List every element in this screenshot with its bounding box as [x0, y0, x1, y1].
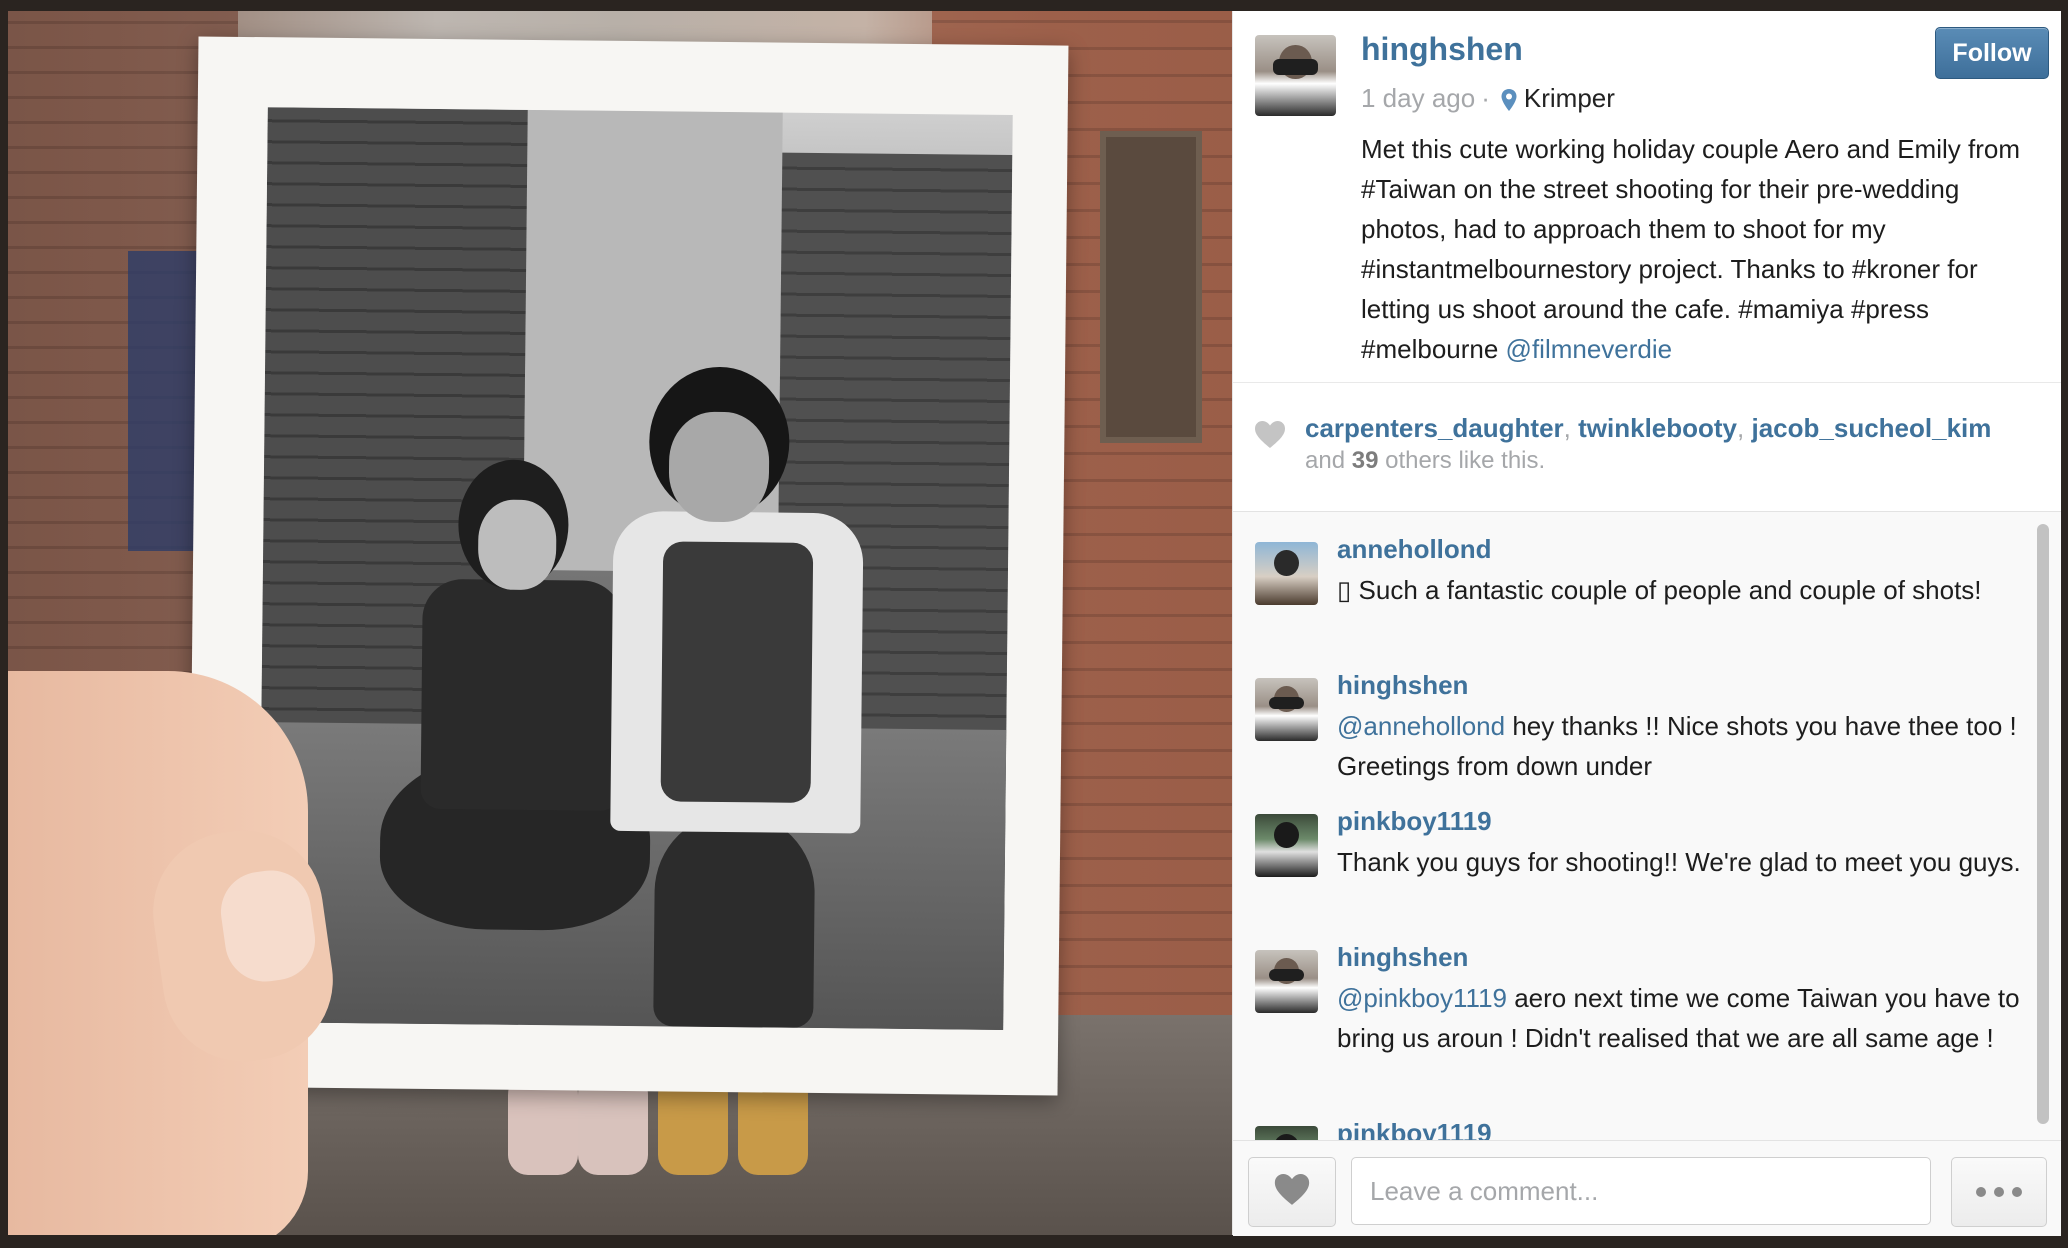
more-options-button[interactable]	[1951, 1157, 2047, 1227]
comment-username[interactable]: pinkboy1119	[1337, 1118, 1492, 1140]
comment-mention[interactable]: @pinkboy1119	[1337, 983, 1507, 1013]
comment-text: @annehollond hey thanks !! Nice shots yo…	[1337, 706, 2027, 786]
likes-suffix: others like this.	[1385, 447, 1546, 474]
timestamp[interactable]: 1 day ago	[1361, 83, 1475, 114]
comment-mention[interactable]: @annehollond	[1337, 711, 1505, 741]
post-photo[interactable]	[8, 11, 1232, 1235]
avatar[interactable]	[1255, 1126, 1318, 1140]
comment-text: @pinkboy1119 aero next time we come Taiw…	[1337, 978, 2027, 1058]
pin-icon	[1500, 88, 1518, 111]
post-meta: 1 day ago · Krimper	[1361, 83, 1615, 114]
comment-body: ▯ Such a fantastic couple of people and …	[1337, 575, 1982, 605]
comment-footer	[1233, 1140, 2061, 1236]
like-button[interactable]	[1248, 1157, 1336, 1227]
liker-separator: ,	[1737, 413, 1745, 443]
comment-username[interactable]: annehollond	[1337, 534, 1492, 565]
avatar[interactable]	[1255, 814, 1318, 877]
photo-detail	[477, 499, 557, 591]
post-header: hinghshen Follow 1 day ago · Krimper Met…	[1233, 11, 2061, 383]
more-icon	[2012, 1187, 2022, 1197]
comments-list[interactable]: annehollond ▯ Such a fantastic couple of…	[1233, 512, 2061, 1140]
liker-separator: ,	[1563, 413, 1571, 443]
avatar[interactable]	[1255, 678, 1318, 741]
avatar[interactable]	[1255, 950, 1318, 1013]
likes-number[interactable]: 39	[1352, 447, 1379, 474]
likes-prefix: and	[1305, 447, 1346, 474]
heart-icon	[1274, 1173, 1310, 1211]
comment-body: Thank you guys for shooting!! We're glad…	[1337, 847, 2021, 877]
avatar[interactable]	[1255, 35, 1336, 116]
author-username[interactable]: hinghshen	[1361, 31, 1523, 68]
liker-link[interactable]: twinklebooty	[1578, 413, 1737, 443]
photo-detail	[653, 811, 816, 1028]
location-link[interactable]: Krimper	[1524, 83, 1615, 114]
post-caption: Met this cute working holiday couple Aer…	[1361, 129, 2043, 369]
post-side-panel: hinghshen Follow 1 day ago · Krimper Met…	[1232, 11, 2061, 1236]
likes-section: carpenters_daughter, twinklebooty, jacob…	[1233, 383, 2061, 512]
polaroid-image	[258, 107, 1013, 1030]
photo-detail	[420, 578, 623, 811]
comment-input[interactable]	[1351, 1157, 1931, 1225]
meta-separator: ·	[1481, 83, 1490, 113]
avatar[interactable]	[1255, 542, 1318, 605]
more-icon	[1994, 1187, 2004, 1197]
photo-detail	[668, 411, 770, 523]
photo-detail	[660, 541, 814, 803]
comment-username[interactable]: hinghshen	[1337, 670, 1468, 701]
more-icon	[1976, 1187, 1986, 1197]
follow-button[interactable]: Follow	[1935, 27, 2049, 79]
caption-mention[interactable]: @filmneverdie	[1506, 334, 1673, 364]
comment-username[interactable]: hinghshen	[1337, 942, 1468, 973]
heart-icon	[1255, 421, 1285, 449]
liker-link[interactable]: jacob_sucheol_kim	[1752, 413, 1992, 443]
caption-text: Met this cute working holiday couple Aer…	[1361, 134, 2020, 364]
likers-list: carpenters_daughter, twinklebooty, jacob…	[1305, 413, 1991, 444]
comment-text: Thank you guys for shooting!! We're glad…	[1337, 842, 2027, 882]
comment-username[interactable]: pinkboy1119	[1337, 806, 1492, 837]
likes-count: and 39 others like this.	[1305, 447, 1545, 475]
liker-link[interactable]: carpenters_daughter	[1305, 413, 1564, 443]
comment-text: ▯ Such a fantastic couple of people and …	[1337, 570, 2027, 610]
photo-background	[1100, 131, 1202, 443]
scrollbar-thumb[interactable]	[2037, 524, 2049, 1124]
